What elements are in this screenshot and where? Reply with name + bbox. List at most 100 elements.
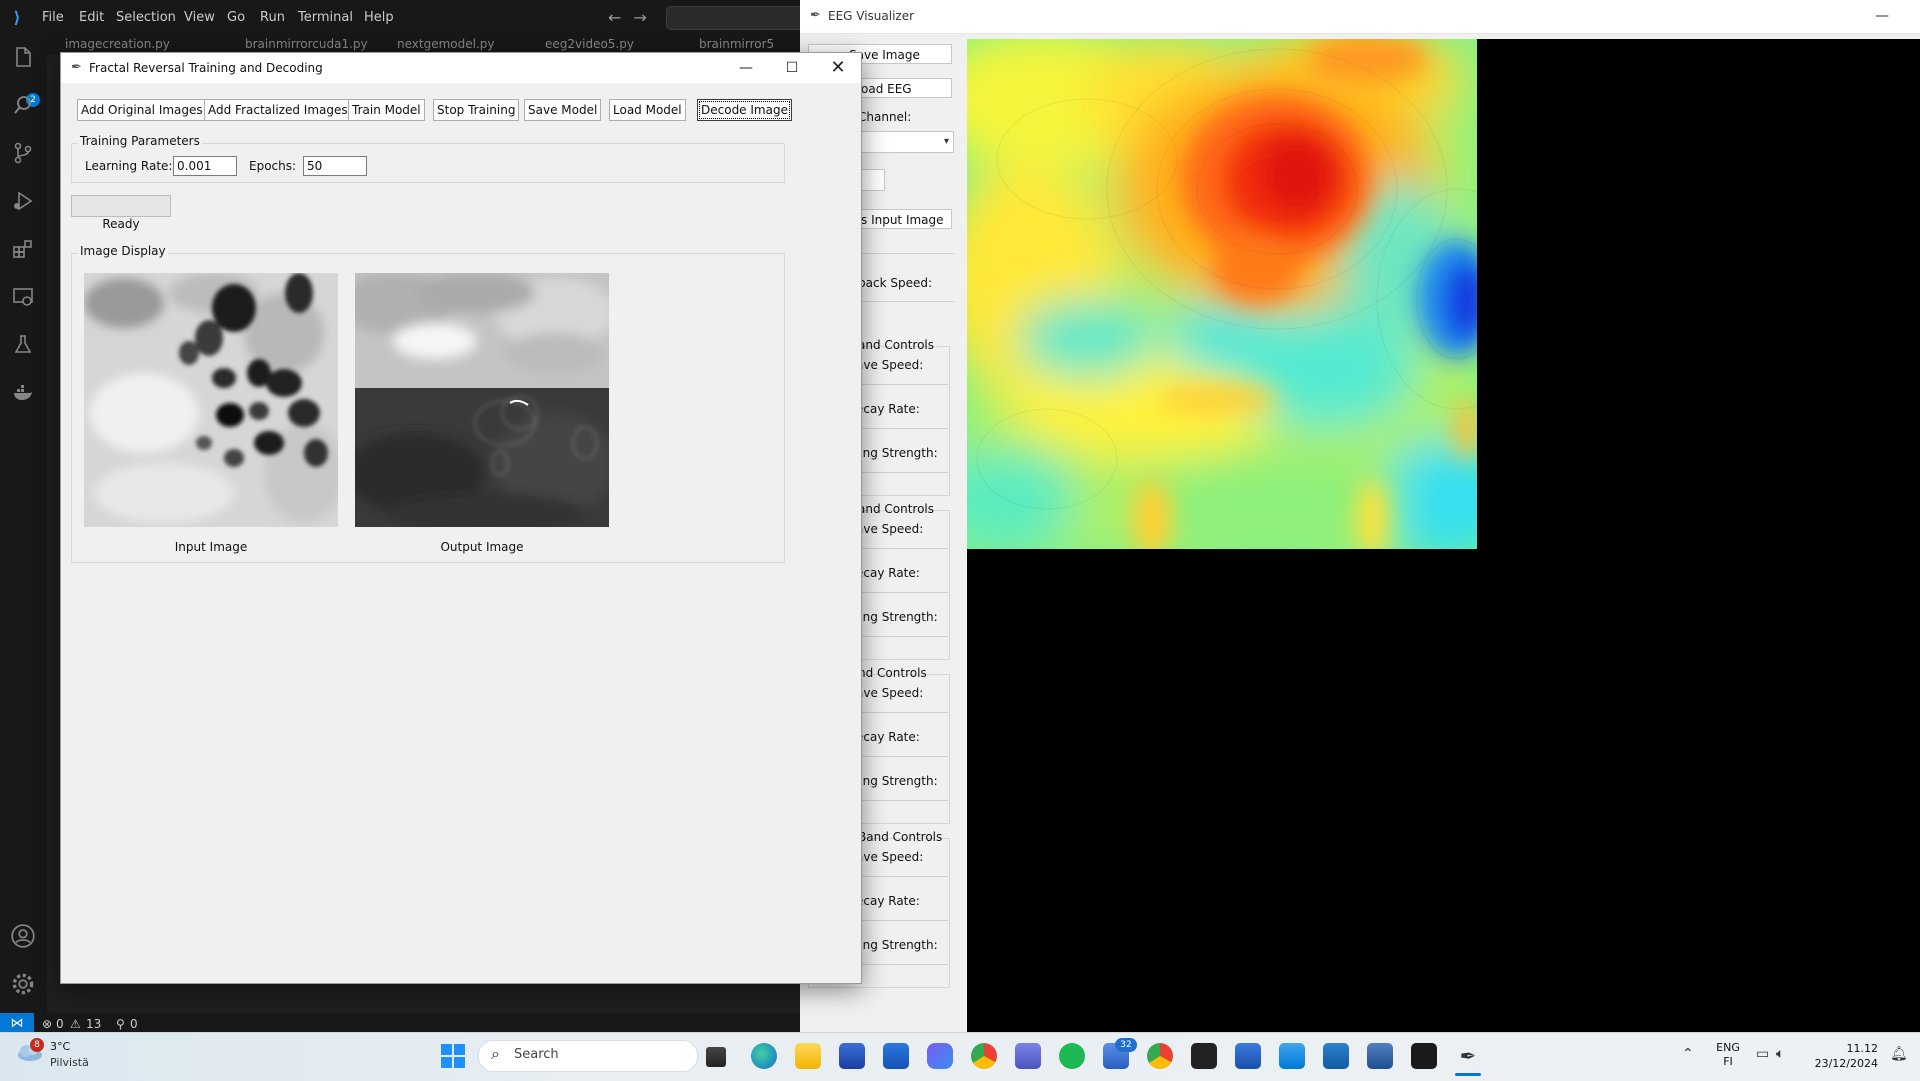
tk-python-icon[interactable]: ✒ bbox=[1455, 1043, 1481, 1069]
language-secondary: FI bbox=[1723, 1055, 1733, 1068]
tab-file[interactable]: nextgemodel.py bbox=[397, 37, 494, 51]
clock[interactable]: 11.12 23/12/2024 bbox=[1800, 1041, 1878, 1071]
outlook-badge: 32 bbox=[1115, 1038, 1137, 1052]
tk-feather-icon: ✒ bbox=[71, 60, 82, 75]
coupling-strength-label: ling Strength: bbox=[856, 610, 938, 624]
tab-file[interactable]: brainmirrorcuda1.py bbox=[245, 37, 368, 51]
capcut-icon[interactable] bbox=[1411, 1043, 1437, 1069]
playback-speed-label: back Speed: bbox=[858, 276, 932, 290]
output-image bbox=[355, 273, 609, 527]
taskbar bbox=[0, 1032, 1920, 1081]
decay-rate-label: ecay Rate: bbox=[856, 402, 920, 416]
vscode-icon[interactable] bbox=[1279, 1043, 1305, 1069]
testing-icon[interactable] bbox=[9, 333, 37, 361]
input-image bbox=[84, 273, 338, 527]
menu-view[interactable]: View bbox=[184, 0, 215, 35]
language-indicator[interactable]: ENG FI bbox=[1713, 1041, 1743, 1069]
maximize-icon[interactable]: ☐ bbox=[769, 53, 815, 83]
wave-speed-label: ave Speed: bbox=[856, 358, 924, 372]
copilot-icon[interactable] bbox=[927, 1043, 953, 1069]
network-icon[interactable]: ▭ bbox=[1756, 1046, 1769, 1062]
menu-help[interactable]: Help bbox=[364, 0, 394, 35]
command-center-search[interactable] bbox=[666, 6, 808, 30]
coupling-strength-label: ling Strength: bbox=[856, 938, 938, 952]
training-parameters-label: Training Parameters bbox=[78, 134, 202, 148]
edge-icon[interactable] bbox=[751, 1043, 777, 1069]
chrome-icon[interactable] bbox=[971, 1043, 997, 1069]
chrome-profile-icon[interactable] bbox=[1147, 1043, 1173, 1069]
add-fractalized-images-button[interactable]: Add Fractalized Images bbox=[204, 99, 352, 121]
train-model-button[interactable]: Train Model bbox=[348, 99, 425, 121]
weather-badge: 8 bbox=[30, 1038, 44, 1052]
coupling-strength-label: ling Strength: bbox=[856, 446, 938, 460]
menu-go[interactable]: Go bbox=[227, 0, 245, 35]
learning-rate-input[interactable]: 0.001 bbox=[173, 156, 237, 176]
save-model-button[interactable]: Save Model bbox=[524, 99, 602, 121]
nav-back-forward-icon[interactable]: ←→ bbox=[608, 0, 659, 35]
vscode-logo-icon: ⟩ bbox=[13, 8, 21, 27]
wave-speed-label: ave Speed: bbox=[856, 522, 924, 536]
snipping-tool-icon[interactable] bbox=[1367, 1043, 1393, 1069]
extensions-icon[interactable] bbox=[9, 237, 37, 265]
menu-edit[interactable]: Edit bbox=[79, 0, 104, 35]
menu-terminal[interactable]: Terminal bbox=[298, 0, 353, 35]
tab-file[interactable]: brainmirror5 bbox=[699, 37, 774, 51]
search-icon: ⌕ bbox=[491, 1044, 500, 1063]
tab-file[interactable]: eeg2video5.py bbox=[545, 37, 634, 51]
tab-file[interactable]: imagecreation.py bbox=[65, 37, 170, 51]
eeg-titlebar: ✒ EEG Visualizer — bbox=[800, 0, 1920, 34]
close-icon[interactable]: ✕ bbox=[815, 53, 861, 83]
load-model-button[interactable]: Load Model bbox=[609, 99, 686, 121]
file-explorer-icon[interactable] bbox=[795, 1043, 821, 1069]
run-debug-icon[interactable] bbox=[9, 189, 37, 217]
teams-icon[interactable] bbox=[1015, 1043, 1041, 1069]
band-controls-title: nd Controls bbox=[858, 666, 927, 680]
active-app-indicator bbox=[1455, 1073, 1481, 1076]
tray-overflow-icon[interactable]: ⌃ bbox=[1682, 1046, 1694, 1062]
windows-start-icon[interactable] bbox=[440, 1043, 466, 1069]
menu-file[interactable]: File bbox=[42, 0, 64, 35]
docker-icon[interactable] bbox=[9, 381, 37, 409]
stop-training-button[interactable]: Stop Training bbox=[433, 99, 520, 121]
tk-feather-icon: ✒ bbox=[810, 8, 821, 23]
spotify-icon[interactable] bbox=[1059, 1043, 1085, 1069]
wave-speed-label: ave Speed: bbox=[856, 850, 924, 864]
remote-desktop-icon[interactable] bbox=[1323, 1043, 1349, 1069]
account-icon[interactable] bbox=[9, 923, 37, 951]
coupling-strength-label: ling Strength: bbox=[856, 774, 938, 788]
band-controls-title: and Controls bbox=[858, 502, 935, 516]
language-primary: ENG bbox=[1716, 1041, 1740, 1054]
chevron-down-icon: ▾ bbox=[943, 136, 949, 147]
terminal-icon[interactable] bbox=[1191, 1043, 1217, 1069]
settings-gear-icon[interactable] bbox=[9, 971, 37, 999]
activity-bar: 2 bbox=[0, 35, 47, 1013]
window-title: Fractal Reversal Training and Decoding bbox=[89, 61, 323, 75]
weather-description[interactable]: Pilvistä bbox=[50, 1056, 89, 1069]
band-controls-title: Band Controls bbox=[858, 830, 943, 844]
mail-icon[interactable] bbox=[883, 1043, 909, 1069]
minimize-icon[interactable]: — bbox=[1875, 0, 1889, 33]
explorer-icon[interactable] bbox=[9, 45, 37, 73]
epochs-label: Epochs: bbox=[249, 159, 297, 173]
store-icon[interactable] bbox=[839, 1043, 865, 1069]
task-view-icon[interactable] bbox=[706, 1047, 726, 1067]
image-display-label: Image Display bbox=[78, 244, 168, 258]
input-image-caption: Input Image bbox=[174, 540, 248, 554]
add-original-images-button[interactable]: Add Original Images bbox=[77, 99, 207, 121]
notepad-icon[interactable] bbox=[1235, 1043, 1261, 1069]
eeg-heatmap bbox=[967, 39, 1477, 549]
minimize-icon[interactable]: — bbox=[723, 53, 769, 83]
epochs-input[interactable]: 50 bbox=[303, 156, 367, 176]
weather-temperature[interactable]: 3°C bbox=[50, 1040, 70, 1053]
band-controls-title: and Controls bbox=[858, 338, 935, 352]
decode-image-button[interactable]: Decode Image bbox=[697, 99, 792, 121]
search-icon[interactable] bbox=[9, 93, 37, 121]
menu-run[interactable]: Run bbox=[260, 0, 285, 35]
taskbar-search-input[interactable] bbox=[478, 1040, 698, 1072]
remote-explorer-icon[interactable] bbox=[9, 285, 37, 313]
volume-icon[interactable]: 🔈︎ bbox=[1776, 1046, 1784, 1062]
notifications-icon[interactable]: 🔔︎ bbox=[1890, 1046, 1908, 1062]
channel-label: Channel: bbox=[858, 110, 912, 124]
menu-selection[interactable]: Selection bbox=[116, 0, 176, 35]
source-control-icon[interactable] bbox=[9, 141, 37, 169]
